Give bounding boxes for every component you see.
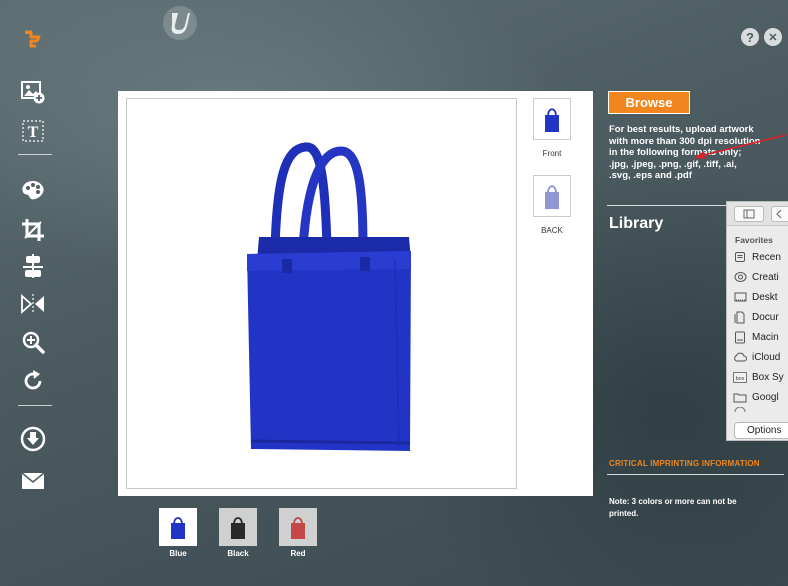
sidebar-item-google[interactable]: Googl — [733, 389, 779, 405]
options-button[interactable]: Options — [734, 422, 788, 439]
sidebar-item-label: Deskt — [752, 291, 778, 303]
swatch-black[interactable] — [219, 508, 257, 546]
swatch-label-blue: Blue — [169, 549, 187, 558]
zoom-icon[interactable] — [16, 328, 50, 356]
sidebar-item-documents[interactable]: Docur — [733, 309, 779, 325]
creative-cloud-icon — [733, 271, 747, 283]
annotation-arrow-icon — [694, 134, 787, 159]
cart-icon[interactable] — [16, 26, 50, 54]
toolbar-divider — [18, 405, 52, 406]
documents-icon — [733, 311, 747, 323]
sidebar-item-desktop[interactable]: Deskt — [733, 289, 778, 305]
sidebar-item-label: Recen — [752, 251, 781, 263]
desktop-icon — [733, 291, 747, 303]
favorites-heading: Favorites — [735, 235, 773, 245]
note-line: Note: 3 colors or more can not be — [609, 497, 737, 506]
add-image-icon[interactable] — [16, 78, 50, 106]
swatch-blue[interactable] — [159, 508, 197, 546]
text-tool-glyph: T — [28, 124, 39, 141]
design-canvas: Front BACK — [118, 91, 593, 496]
browse-button[interactable]: Browse — [608, 91, 690, 114]
flip-icon[interactable] — [16, 290, 50, 318]
swatch-label-black: Black — [227, 549, 249, 558]
sidebar-item-label: Macin — [752, 331, 779, 343]
file-dialog: Favorites Recen Creati Deskt Docur Macin… — [726, 201, 788, 441]
box-icon: box — [733, 371, 747, 383]
sidebar-item-creative-cloud[interactable]: Creati — [733, 269, 779, 285]
sidebar-item-label: iCloud — [752, 351, 781, 363]
bag-swatch-icon — [231, 517, 245, 539]
note-text: Note: 3 colors or more can not be printe… — [609, 496, 779, 520]
sidebar-item-partial — [733, 407, 752, 413]
bag-thumb-icon — [545, 185, 559, 209]
toolbar-divider — [18, 154, 52, 155]
panel-divider — [607, 474, 784, 475]
back-button[interactable] — [771, 206, 788, 222]
icloud-icon — [733, 351, 747, 363]
sidebar-toggle-button[interactable] — [734, 206, 764, 222]
sidebar-item-label: Box Sy — [752, 371, 784, 383]
library-title: Library — [609, 215, 664, 232]
bag-swatch-icon — [171, 517, 185, 539]
sidebar-item-label: Docur — [752, 311, 779, 323]
sidebar-item-hard-drive[interactable]: Macin — [733, 329, 779, 345]
sidebar-item-label: Googl — [752, 391, 779, 403]
box-icon-text: box — [736, 376, 745, 382]
file-dialog-toolbar — [727, 202, 788, 226]
folder-icon — [733, 391, 747, 403]
upload-info-line: .svg, .eps and .pdf — [609, 170, 692, 181]
help-icon[interactable]: ? — [741, 28, 759, 46]
chevron-left-icon — [776, 209, 782, 219]
close-icon[interactable]: ✕ — [764, 28, 782, 46]
recents-icon — [733, 251, 747, 263]
front-view-thumb[interactable] — [533, 98, 571, 140]
tote-bag-image — [247, 142, 411, 451]
back-view-thumb[interactable] — [533, 175, 571, 217]
text-icon[interactable]: T — [16, 117, 50, 145]
sidebar-item-recents[interactable]: Recen — [733, 249, 781, 265]
download-icon[interactable] — [16, 425, 50, 453]
critical-info-title: CRITICAL IMPRINTING INFORMATION — [609, 459, 760, 468]
brand-logo — [163, 6, 197, 40]
note-line: printed. — [609, 509, 639, 518]
bag-thumb-icon — [545, 108, 559, 132]
sidebar-item-icloud[interactable]: iCloud — [733, 349, 780, 365]
hard-drive-icon — [733, 331, 747, 343]
sidebar-icon — [743, 209, 755, 219]
swatch-red[interactable] — [279, 508, 317, 546]
folder-icon — [733, 407, 747, 413]
swatch-label-red: Red — [290, 549, 306, 558]
crop-icon[interactable] — [16, 216, 50, 244]
back-view-label: BACK — [541, 226, 563, 235]
logo-mark-icon — [171, 13, 190, 34]
sidebar-item-box-sync[interactable]: box Box Sy — [733, 369, 784, 385]
product-preview[interactable] — [126, 98, 517, 489]
front-view-label: Front — [542, 149, 562, 158]
sidebar-item-label: Creati — [752, 271, 779, 283]
rotate-icon[interactable] — [16, 367, 50, 395]
mail-icon[interactable] — [16, 467, 50, 495]
align-icon[interactable] — [16, 252, 50, 280]
palette-icon[interactable] — [16, 176, 50, 204]
bag-swatch-icon — [291, 517, 305, 539]
